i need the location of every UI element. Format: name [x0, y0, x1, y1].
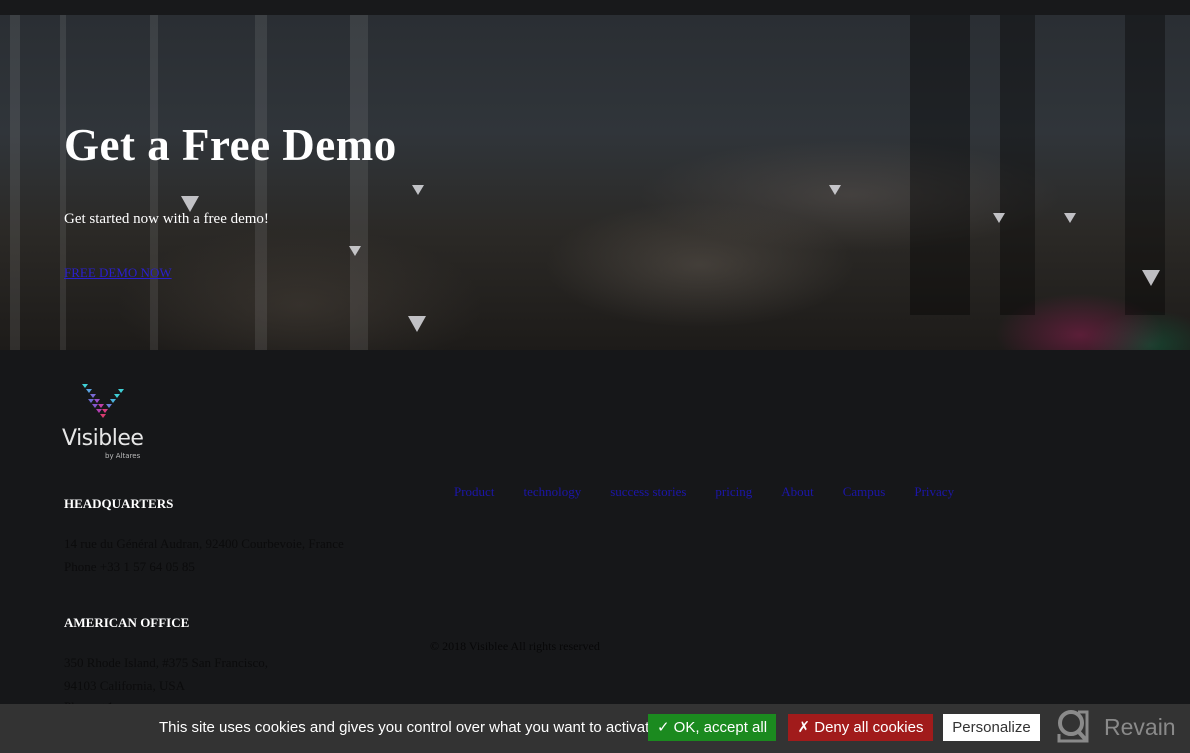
hero-banner: Get a Free Demo Get started now with a f…: [0, 15, 1190, 350]
triangle-marker-icon: [181, 196, 199, 212]
footer-nav: Product technology success stories prici…: [454, 484, 983, 500]
triangle-marker-icon: [1142, 270, 1160, 286]
footer-link-pricing[interactable]: pricing: [715, 484, 752, 500]
hero-bg-shape: [910, 15, 970, 315]
deny-all-cookies-button[interactable]: ✗ Deny all cookies: [788, 714, 933, 741]
headquarters-heading: HEADQUARTERS: [64, 496, 174, 511]
revain-label: Revain: [1104, 714, 1176, 740]
hero-title: Get a Free Demo: [64, 120, 397, 170]
triangle-marker-icon: [412, 185, 424, 195]
footer-link-technology[interactable]: technology: [523, 484, 581, 500]
headquarters-phone: Phone +33 1 57 64 05 85: [64, 559, 195, 574]
personalize-cookies-button[interactable]: Personalize: [943, 714, 1040, 741]
hero-subtitle: Get started now with a free demo!: [64, 211, 269, 227]
triangle-marker-icon: [349, 246, 361, 256]
headquarters-address: 14 rue du Général Audran, 92400 Courbevo…: [64, 536, 344, 551]
hero-bg-shape: [1000, 15, 1035, 315]
revain-logo-icon: [1057, 710, 1089, 743]
footer-link-campus[interactable]: Campus: [843, 484, 886, 500]
copyright: © 2018 Visiblee All rights reserved: [430, 639, 600, 653]
footer-link-success-stories[interactable]: success stories: [610, 484, 686, 500]
triangle-marker-icon: [829, 185, 841, 195]
visiblee-v-mark-icon: [82, 384, 124, 418]
american-office-address-line1: 350 Rhode Island, #375 San Francisco,: [64, 655, 269, 670]
hero-bg-shape: [350, 15, 368, 350]
hero-bg-shape: [60, 15, 66, 350]
footer-link-product[interactable]: Product: [454, 484, 494, 500]
footer-link-privacy[interactable]: Privacy: [914, 484, 954, 500]
top-bar: [0, 0, 1190, 15]
triangle-marker-icon: [1064, 213, 1076, 223]
cookie-message: This site uses cookies and gives you con…: [159, 719, 658, 736]
visiblee-logo[interactable]: Visiblee by Altares: [62, 382, 152, 462]
free-demo-link[interactable]: FREE DEMO NOW: [64, 265, 172, 281]
american-office-heading: AMERICAN OFFICE: [64, 615, 190, 630]
hero-bg-shape: [255, 15, 267, 350]
american-office-address-line2: 94103 California, USA: [64, 678, 185, 693]
brand-name: Visiblee: [62, 426, 144, 451]
hero-bg-shape: [10, 15, 20, 350]
triangle-marker-icon: [993, 213, 1005, 223]
brand-byline: by Altares: [105, 452, 141, 460]
accept-all-cookies-button[interactable]: ✓ OK, accept all: [648, 714, 776, 741]
hero-bg-shape: [150, 15, 158, 350]
footer-link-about[interactable]: About: [781, 484, 814, 500]
triangle-marker-icon: [408, 316, 426, 332]
cookie-banner: This site uses cookies and gives you con…: [0, 704, 1190, 753]
revain-watermark: Revain: [1056, 708, 1176, 748]
